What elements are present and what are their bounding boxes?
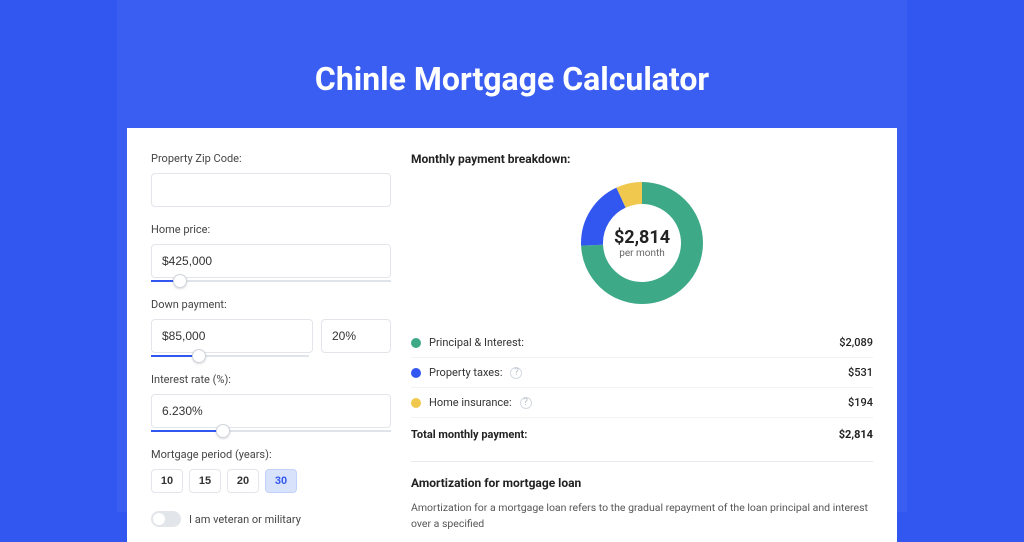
interest-rate-input[interactable]	[151, 394, 391, 428]
amortization-text: Amortization for a mortgage loan refers …	[411, 500, 873, 532]
down-payment-input[interactable]	[151, 319, 313, 353]
slider-thumb[interactable]	[216, 424, 230, 438]
period-btn-10[interactable]: 10	[151, 469, 183, 493]
period-btn-15[interactable]: 15	[189, 469, 221, 493]
legend-label: Home insurance:	[429, 396, 512, 409]
zip-input[interactable]	[151, 173, 391, 207]
legend-value: $194	[848, 396, 873, 409]
field-down-payment: Down payment:	[151, 298, 391, 357]
donut-value: $2,814	[614, 227, 670, 248]
field-mortgage-period: Mortgage period (years): 10 15 20 30	[151, 448, 391, 493]
breakdown-column: Monthly payment breakdown: $2,814 per mo…	[411, 152, 873, 532]
home-price-input[interactable]	[151, 244, 391, 278]
separator	[411, 461, 873, 462]
home-price-label: Home price:	[151, 223, 391, 236]
veteran-label: I am veteran or military	[189, 513, 301, 526]
legend-value: $531	[848, 366, 873, 379]
interest-rate-label: Interest rate (%):	[151, 373, 391, 386]
period-button-group: 10 15 20 30	[151, 469, 391, 493]
dot-icon	[411, 368, 421, 378]
down-payment-label: Down payment:	[151, 298, 391, 311]
slider-thumb[interactable]	[173, 274, 187, 288]
page-title: Chinle Mortgage Calculator	[117, 60, 907, 98]
dot-icon	[411, 338, 421, 348]
field-home-price: Home price:	[151, 223, 391, 282]
legend-row-principal: Principal & Interest: $2,089	[411, 328, 873, 358]
donut-chart: $2,814 per month	[411, 178, 873, 308]
mortgage-period-label: Mortgage period (years):	[151, 448, 391, 461]
donut-sub: per month	[619, 248, 665, 259]
zip-label: Property Zip Code:	[151, 152, 391, 165]
period-btn-30[interactable]: 30	[265, 469, 297, 493]
veteran-toggle-row: I am veteran or military	[151, 511, 391, 527]
field-interest-rate: Interest rate (%):	[151, 373, 391, 432]
period-btn-20[interactable]: 20	[227, 469, 259, 493]
total-label: Total monthly payment:	[411, 428, 527, 441]
home-price-slider[interactable]	[151, 280, 391, 282]
inputs-column: Property Zip Code: Home price: Down paym…	[151, 152, 391, 532]
down-payment-pct-input[interactable]	[321, 319, 391, 353]
amortization-title: Amortization for mortgage loan	[411, 476, 873, 490]
breakdown-title: Monthly payment breakdown:	[411, 152, 873, 166]
legend-label: Principal & Interest:	[429, 336, 524, 349]
legend-row-insurance: Home insurance: ? $194	[411, 388, 873, 418]
total-row: Total monthly payment: $2,814	[411, 418, 873, 455]
field-zip: Property Zip Code:	[151, 152, 391, 207]
down-payment-slider[interactable]	[151, 355, 309, 357]
dot-icon	[411, 398, 421, 408]
calculator-card: Property Zip Code: Home price: Down paym…	[127, 128, 897, 542]
info-icon[interactable]: ?	[520, 397, 532, 409]
slider-thumb[interactable]	[192, 349, 206, 363]
total-value: $2,814	[839, 428, 873, 441]
legend-row-taxes: Property taxes: ? $531	[411, 358, 873, 388]
legend-value: $2,089	[839, 336, 873, 349]
info-icon[interactable]: ?	[510, 367, 522, 379]
interest-rate-slider[interactable]	[151, 430, 391, 432]
legend-label: Property taxes:	[429, 366, 502, 379]
veteran-toggle[interactable]	[151, 511, 181, 527]
